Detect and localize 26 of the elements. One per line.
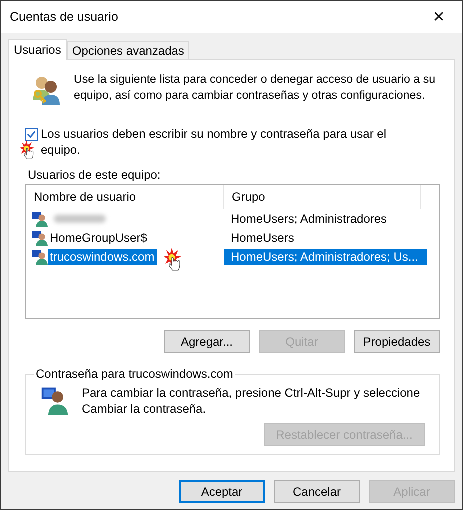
group-title: Contraseña para trucoswindows.com bbox=[35, 367, 234, 381]
tab[interactable]: Opciones avanzadas bbox=[67, 41, 190, 59]
close-button[interactable]: ✕ bbox=[416, 1, 462, 33]
user-computer-icon bbox=[32, 248, 48, 264]
checkbox-label[interactable]: Los usuarios deben escribir su nombre y contraseña para usar el equipo. bbox=[41, 126, 401, 158]
list-label: Usuarios de este equipo: bbox=[28, 168, 162, 182]
window-title: Cuentas de usuario bbox=[10, 10, 118, 24]
group-cell-text: HomeUsers; Administradores bbox=[230, 210, 388, 226]
user-computer-icon bbox=[32, 230, 48, 246]
intro-text: Use la siguiente lista para conceder o denegar acceso de usuario a su equipo, así como para cambiar contraseñas y otras configuraciones. bbox=[74, 72, 437, 104]
column-header[interactable]: Grupo bbox=[224, 185, 421, 209]
list-action-button[interactable]: Agregar... bbox=[164, 330, 250, 353]
column-header[interactable]: Nombre de usuario bbox=[26, 185, 224, 209]
tab[interactable]: Usuarios bbox=[8, 39, 68, 60]
user-computer-icon bbox=[40, 385, 70, 415]
group-cell-text: HomeUsers bbox=[230, 230, 296, 246]
checkbox[interactable] bbox=[25, 128, 38, 141]
user-computer-icon bbox=[32, 210, 48, 226]
username-cell[interactable]: HomeGroupUser$ bbox=[48, 230, 150, 246]
password-text: Para cambiar la contraseña, presione Ctrl-Alt-Supr y seleccione Cambiar la contraseña. bbox=[82, 385, 422, 417]
dialog-button[interactable]: Cancelar bbox=[274, 480, 360, 503]
group-cell: HomeUsers; Administradores; Us... bbox=[224, 248, 427, 264]
dialog-button[interactable]: Aceptar bbox=[179, 480, 265, 503]
list-action-button[interactable]: Propiedades bbox=[354, 330, 440, 353]
username-cell[interactable]: trucoswindows.com bbox=[48, 248, 157, 264]
users-key-icon bbox=[30, 74, 62, 106]
